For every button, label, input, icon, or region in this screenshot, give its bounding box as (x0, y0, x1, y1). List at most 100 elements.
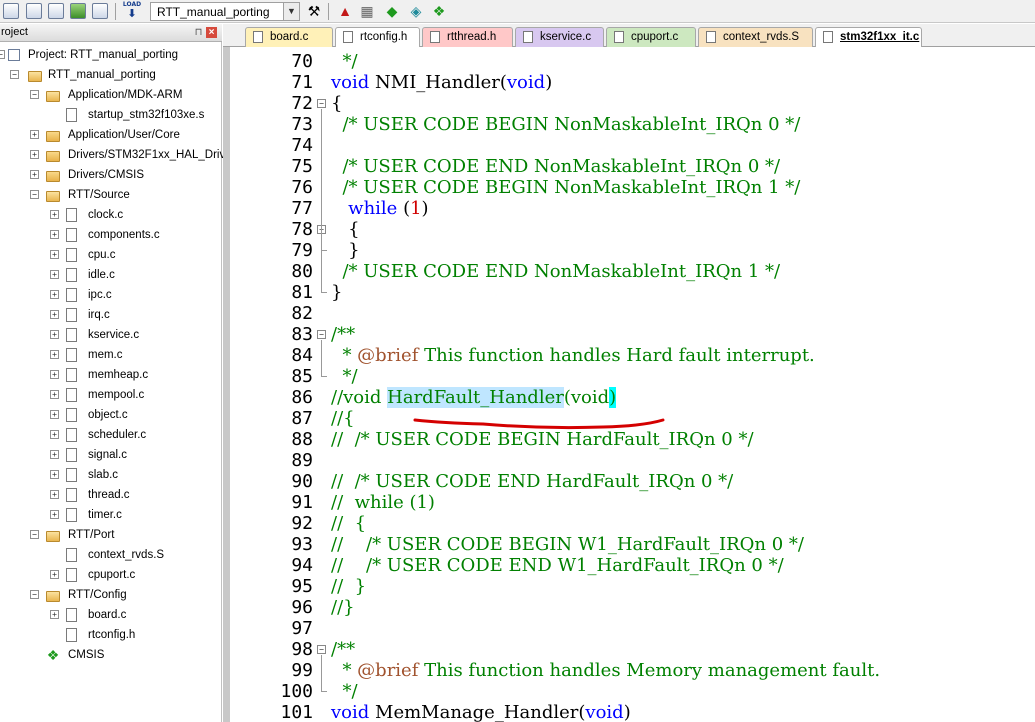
wizard-icon[interactable]: ⚒ (305, 2, 323, 20)
editor-tabs: board.c rtconfig.h rtthread.h kservice.c cpu… (223, 24, 1035, 48)
collapse-icon[interactable]: − (30, 90, 39, 99)
collapse-icon[interactable]: − (30, 590, 39, 599)
download-arrow-icon: ⬇ (127, 7, 137, 20)
file-icon (66, 208, 77, 222)
expand-icon[interactable]: + (50, 370, 59, 379)
tree-item[interactable]: − RTT/Source (0, 186, 222, 206)
close-icon[interactable]: × (206, 27, 217, 38)
tree-item[interactable]: + components.c (0, 226, 222, 246)
expand-icon[interactable]: + (50, 610, 59, 619)
tree-item[interactable]: − RTT_manual_porting (0, 66, 222, 86)
options-icon[interactable] (26, 3, 42, 19)
tree-item[interactable]: ❖ CMSIS (0, 646, 222, 666)
editor-tab[interactable]: board.c (245, 27, 333, 47)
chevron-down-icon[interactable]: ▼ (283, 3, 299, 20)
collapse-icon[interactable]: − (0, 50, 5, 59)
tab-label: context_rvds.S (723, 31, 800, 43)
file-icon (66, 608, 77, 622)
tree-item[interactable]: + object.c (0, 406, 222, 426)
file-icon (66, 548, 77, 562)
tree-item-label: memheap.c (88, 369, 149, 381)
tree-item[interactable]: − RTT/Config (0, 586, 222, 606)
tree-root-project[interactable]: − Project: RTT_manual_porting (0, 46, 222, 66)
expand-icon[interactable]: + (50, 430, 59, 439)
expand-icon[interactable]: + (50, 210, 59, 219)
tree-item[interactable]: + kservice.c (0, 326, 222, 346)
pin-icon[interactable]: ⊓ (193, 27, 204, 38)
collapse-icon[interactable]: − (30, 190, 39, 199)
expand-icon[interactable]: + (50, 470, 59, 479)
tree-item[interactable]: startup_stm32f103xe.s (0, 106, 222, 126)
expand-icon[interactable]: + (50, 410, 59, 419)
expand-icon[interactable]: + (30, 170, 39, 179)
editor-tab[interactable]: rtconfig.h (335, 27, 420, 47)
expand-icon[interactable]: + (50, 310, 59, 319)
manage-icon[interactable]: ▲ (336, 2, 354, 20)
tree-item[interactable]: rtconfig.h (0, 626, 222, 646)
code-editor[interactable]: 70 */71 void NMI_Handler(void) 72−{73 /* U… (223, 47, 1035, 722)
tree-item[interactable]: + board.c (0, 606, 222, 626)
tree-item[interactable]: − RTT/Port (0, 526, 222, 546)
editor-tab[interactable]: kservice.c (515, 27, 604, 47)
tree-item-label: irq.c (88, 309, 110, 321)
stack-icon[interactable] (70, 3, 86, 19)
project-panel-title: roject (1, 26, 28, 38)
batch-icon[interactable] (92, 3, 108, 19)
tree-item-label: board.c (88, 609, 127, 621)
tree-item[interactable]: + ipc.c (0, 286, 222, 306)
tree-item[interactable]: + Application/User/Core (0, 126, 222, 146)
collapse-icon[interactable]: − (10, 70, 19, 79)
expand-icon[interactable]: + (50, 490, 59, 499)
tree-item-label: slab.c (88, 469, 119, 481)
file-icon (66, 348, 77, 362)
tree-item[interactable]: + mempool.c (0, 386, 222, 406)
pack-icon[interactable]: ◈ (407, 2, 425, 20)
expand-icon[interactable]: + (50, 450, 59, 459)
tree-item[interactable]: + idle.c (0, 266, 222, 286)
tree-item-label: cpuport.c (88, 569, 136, 581)
tree-item[interactable]: + Drivers/STM32F1xx_HAL_Driv (0, 146, 225, 166)
target-select[interactable]: RTT_manual_porting ▼ (150, 2, 300, 21)
tree-item[interactable]: + signal.c (0, 446, 222, 466)
expand-icon[interactable]: + (50, 270, 59, 279)
editor-tab[interactable]: cpuport.c (606, 27, 696, 47)
tree-item[interactable]: + slab.c (0, 466, 222, 486)
collapse-icon[interactable]: − (30, 530, 39, 539)
load-button[interactable]: LOAD ⬇ (122, 1, 142, 21)
expand-icon[interactable]: + (50, 510, 59, 519)
tree-item[interactable]: + Drivers/CMSIS (0, 166, 222, 186)
editor-tab[interactable]: context_rvds.S (698, 27, 813, 47)
tree-item[interactable]: + thread.c (0, 486, 222, 506)
expand-icon[interactable]: + (50, 570, 59, 579)
tree-item[interactable]: + clock.c (0, 206, 222, 226)
tree-item[interactable]: context_rvds.S (0, 546, 222, 566)
select-icon[interactable] (48, 3, 64, 19)
copy-icon[interactable] (3, 3, 19, 19)
tree-item-label: rtconfig.h (88, 629, 136, 641)
expand-icon[interactable]: + (50, 250, 59, 259)
grid-icon[interactable]: ▦ (358, 2, 376, 20)
folder-open-icon (46, 591, 60, 602)
editor-tab[interactable]: rtthread.h (422, 27, 513, 47)
tree-item[interactable]: + cpuport.c (0, 566, 222, 586)
tree-item[interactable]: + memheap.c (0, 366, 222, 386)
tree-item-label: mem.c (88, 349, 123, 361)
project-root-label: Project: RTT_manual_porting (28, 49, 178, 61)
tree-item[interactable]: + mem.c (0, 346, 222, 366)
expand-icon[interactable]: + (50, 290, 59, 299)
expand-icon[interactable]: + (50, 350, 59, 359)
component-icon[interactable]: ❖ (430, 2, 448, 20)
tree-item[interactable]: + irq.c (0, 306, 222, 326)
expand-icon[interactable]: + (50, 390, 59, 399)
file-icon (343, 31, 353, 43)
tree-item[interactable]: + timer.c (0, 506, 222, 526)
expand-icon[interactable]: + (50, 330, 59, 339)
expand-icon[interactable]: + (30, 130, 39, 139)
editor-tab[interactable]: stm32f1xx_it.c (815, 27, 922, 48)
tree-item[interactable]: + cpu.c (0, 246, 222, 266)
tree-item[interactable]: − Application/MDK-ARM (0, 86, 222, 106)
tree-item[interactable]: + scheduler.c (0, 426, 222, 446)
expand-icon[interactable]: + (50, 230, 59, 239)
diamond-icon[interactable]: ◆ (383, 2, 401, 20)
expand-icon[interactable]: + (30, 150, 39, 159)
